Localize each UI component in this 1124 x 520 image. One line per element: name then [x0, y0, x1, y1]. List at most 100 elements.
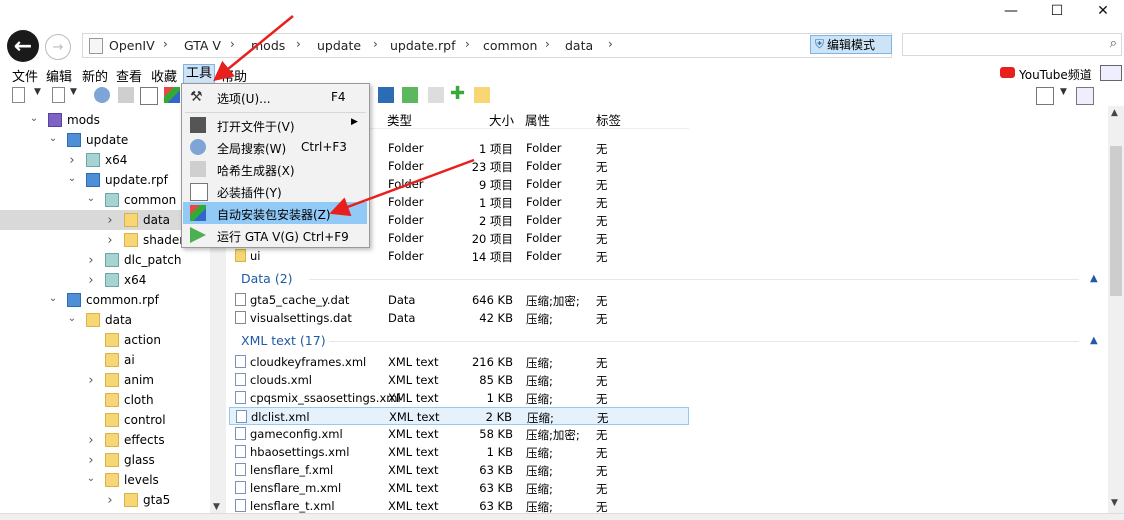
chevron-down-icon[interactable]: ⌄: [47, 293, 59, 304]
tree-item[interactable]: ⌄ common.rpf: [0, 290, 222, 310]
menu-tools[interactable]: 工具: [183, 64, 216, 84]
breadcrumb-openiv[interactable]: OpenIV: [109, 38, 155, 53]
layout-icon[interactable]: [1100, 65, 1122, 81]
menu-item-7[interactable]: 运行 GTA V(G) Ctrl+F9: [183, 224, 367, 246]
chevron-down-icon[interactable]: ▼: [70, 87, 86, 103]
menu-item-3[interactable]: 全局搜索(W) Ctrl+F3: [183, 136, 367, 158]
chevron-right-icon[interactable]: ›: [85, 433, 97, 448]
column-tag[interactable]: 标签: [596, 110, 621, 129]
list-row[interactable]: cpqsmix_ssaosettings.xml XML text 1 KB 压缩; 无: [229, 389, 689, 407]
globe-icon[interactable]: [94, 87, 110, 103]
list-row[interactable]: gta5_cache_y.dat Data 646 KB 压缩;加密; 无: [229, 291, 689, 309]
chevron-right-icon[interactable]: ›: [85, 253, 97, 268]
list-row[interactable]: dlclist.xml XML text 2 KB 压缩; 无: [229, 407, 689, 425]
chevron-right-icon[interactable]: ›: [104, 493, 116, 508]
scroll-up-icon[interactable]: ▲: [1111, 108, 1118, 118]
menu-item-6[interactable]: 自动安装包安装器(Z): [183, 202, 367, 224]
column-size[interactable]: 大小: [489, 110, 514, 129]
search-input[interactable]: ⌕: [902, 33, 1122, 56]
package-icon[interactable]: [164, 87, 180, 103]
monitor-icon[interactable]: [378, 87, 394, 103]
breadcrumb-data[interactable]: data: [565, 38, 593, 53]
breadcrumb-common[interactable]: common: [483, 38, 537, 53]
tree-item[interactable]: › effects: [0, 430, 222, 450]
list-row[interactable]: ui Folder 14 项目 Folder 无: [229, 247, 689, 265]
column-type[interactable]: 类型: [387, 110, 412, 129]
chevron-right-icon[interactable]: ›: [104, 213, 116, 228]
menu-item-2[interactable]: 打开文件于(V) ▶: [183, 114, 367, 136]
hash-icon[interactable]: [118, 87, 134, 103]
list-row[interactable]: gameconfig.xml XML text 58 KB 压缩;加密; 无: [229, 425, 689, 443]
chevron-right-icon[interactable]: ›: [85, 373, 97, 388]
breadcrumb-update[interactable]: update: [317, 38, 361, 53]
tree-item[interactable]: ⌄ levels: [0, 470, 222, 490]
tree-item[interactable]: action: [0, 330, 222, 350]
chevron-down-icon[interactable]: ⌄: [28, 113, 40, 124]
new-folder-icon[interactable]: [52, 87, 65, 103]
list-row[interactable]: visualsettings.dat Data 42 KB 压缩; 无: [229, 309, 689, 327]
menu-item-1[interactable]: ⚒ 选项(U)... F4: [183, 86, 367, 108]
list-scrollbar[interactable]: ▲ ▼: [1108, 106, 1124, 513]
list-row[interactable]: cloudkeyframes.xml XML text 216 KB 压缩; 无: [229, 353, 689, 371]
group-header-data[interactable]: Data (2): [241, 271, 293, 286]
list-row[interactable]: lensflare_t.xml XML text 63 KB 压缩; 无: [229, 497, 689, 513]
collapse-icon[interactable]: ▲: [1090, 335, 1098, 346]
edit-mode-button[interactable]: ⛨ 编辑模式: [810, 35, 892, 54]
minimize-button[interactable]: —: [988, 0, 1034, 22]
tree-item[interactable]: ai: [0, 350, 222, 370]
breadcrumb-mods[interactable]: mods: [251, 38, 285, 53]
chevron-down-icon[interactable]: ⌄: [66, 173, 78, 184]
chevron-right-icon[interactable]: ›: [104, 233, 116, 248]
address-bar[interactable]: OpenIV › GTA V › mods › update › update.…: [82, 33, 892, 58]
menu-item-5[interactable]: 必装插件(Y): [183, 180, 367, 202]
refresh-icon[interactable]: [402, 87, 418, 103]
back-button[interactable]: ←: [7, 30, 39, 62]
chevron-right-icon[interactable]: ›: [66, 153, 78, 168]
menu-new[interactable]: 新的: [82, 66, 108, 85]
tree-item[interactable]: › gta5: [0, 490, 222, 510]
forward-button[interactable]: →: [45, 34, 71, 60]
tree-item[interactable]: › anim: [0, 370, 222, 390]
close-button[interactable]: ✕: [1080, 0, 1124, 22]
chevron-right-icon[interactable]: ›: [85, 273, 97, 288]
new-note-icon[interactable]: [474, 87, 490, 103]
rename-icon[interactable]: [428, 87, 444, 103]
list-row[interactable]: hbaosettings.xml XML text 1 KB 压缩; 无: [229, 443, 689, 461]
view-list-icon[interactable]: [1036, 87, 1054, 105]
tree-item[interactable]: control: [0, 410, 222, 430]
new-file-icon[interactable]: [12, 87, 25, 103]
chevron-down-icon[interactable]: ⌄: [85, 193, 97, 204]
column-attributes[interactable]: 属性: [525, 110, 550, 129]
checkbox-icon[interactable]: [140, 87, 158, 105]
scroll-down-icon[interactable]: ▼: [213, 502, 220, 512]
preview-pane-icon[interactable]: [1076, 87, 1094, 105]
scroll-down-icon[interactable]: ▼: [1111, 498, 1118, 508]
tree-item[interactable]: › glass: [0, 450, 222, 470]
chevron-down-icon[interactable]: ▼: [34, 87, 50, 103]
list-row[interactable]: lensflare_m.xml XML text 63 KB 压缩; 无: [229, 479, 689, 497]
add-icon[interactable]: ✚: [450, 83, 466, 104]
tree-item[interactable]: ⌄ data: [0, 310, 222, 330]
breadcrumb-gta5[interactable]: GTA V: [184, 38, 221, 53]
breadcrumb-update-rpf[interactable]: update.rpf: [390, 38, 456, 53]
menu-view[interactable]: 查看: [116, 66, 142, 85]
tree-item[interactable]: › dlc_patch: [0, 250, 222, 270]
youtube-channel-link[interactable]: YouTube频道: [1019, 66, 1092, 83]
menu-favorites[interactable]: 收藏: [151, 66, 177, 85]
maximize-button[interactable]: ☐: [1034, 0, 1080, 22]
chevron-down-icon[interactable]: ⌄: [66, 313, 78, 324]
scroll-thumb[interactable]: [1110, 146, 1122, 296]
list-row[interactable]: clouds.xml XML text 85 KB 压缩; 无: [229, 371, 689, 389]
chevron-down-icon[interactable]: ⌄: [47, 133, 59, 144]
menu-item-4[interactable]: 哈希生成器(X): [183, 158, 367, 180]
chevron-down-icon[interactable]: ▼: [1060, 87, 1076, 103]
collapse-icon[interactable]: ▲: [1090, 273, 1098, 284]
tree-item[interactable]: › x64: [0, 270, 222, 290]
menu-file[interactable]: 文件: [12, 66, 38, 85]
chevron-right-icon[interactable]: ›: [85, 453, 97, 468]
tree-item[interactable]: cloth: [0, 390, 222, 410]
list-row[interactable]: lensflare_f.xml XML text 63 KB 压缩; 无: [229, 461, 689, 479]
menu-edit[interactable]: 编辑: [46, 66, 72, 85]
chevron-down-icon[interactable]: ⌄: [85, 473, 97, 484]
group-header-xml[interactable]: XML text (17): [241, 333, 326, 348]
